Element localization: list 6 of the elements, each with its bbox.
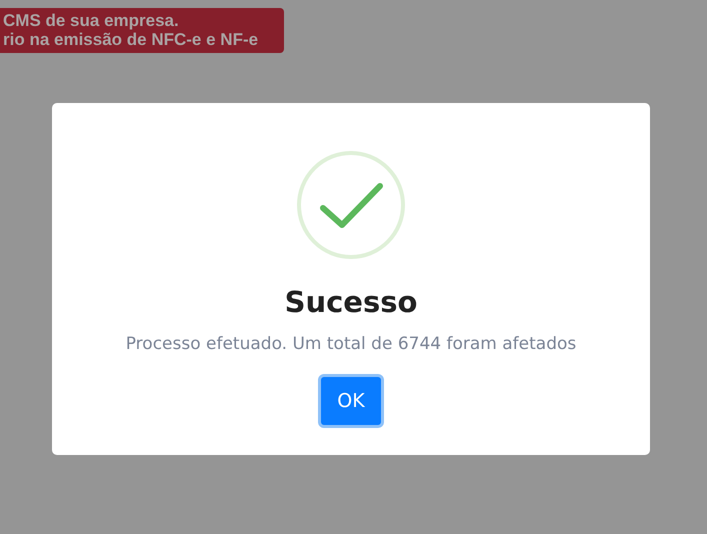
alert-text: CMS de sua empresa.	[3, 11, 180, 30]
ok-button[interactable]: OK	[318, 374, 384, 428]
checkmark-icon	[296, 150, 406, 260]
dialog-title: Sucesso	[284, 284, 418, 321]
alert-text: rio na emissão de NFC-e e NF-e	[3, 30, 260, 49]
dialog-message: Processo efetuado. Um total de 6744 foram afetados	[126, 333, 576, 356]
